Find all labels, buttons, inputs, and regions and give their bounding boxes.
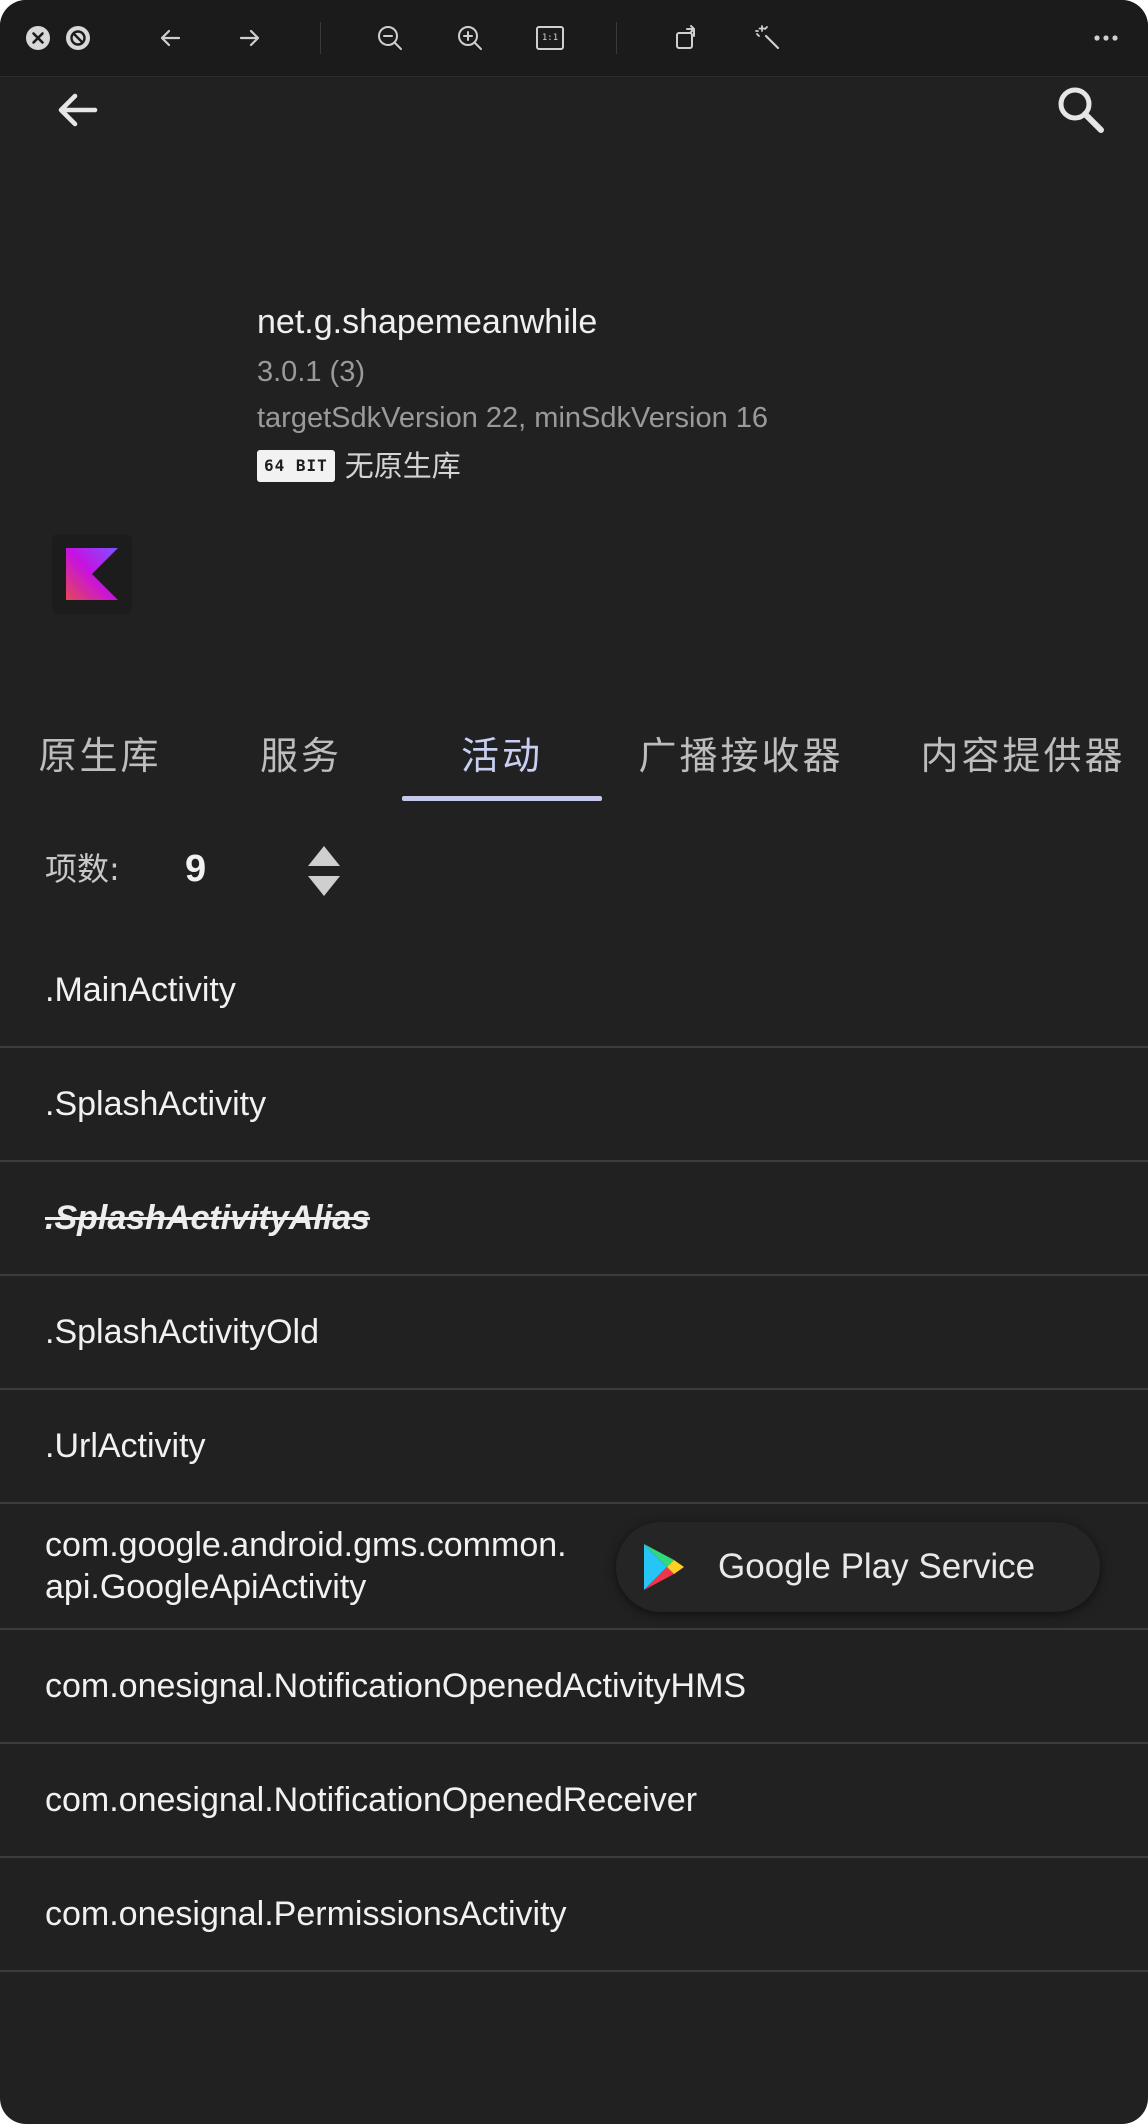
version-text: 3.0.1 (3)	[257, 356, 365, 388]
app-info: net.g.shapemeanwhile 3.0.1 (3) targetSdk…	[257, 295, 1077, 489]
count-label: 项数:	[45, 850, 120, 888]
zoom-in-icon[interactable]	[450, 18, 490, 58]
activity-name: com.onesignal.PermissionsActivity	[45, 1895, 567, 1933]
activity-name: .UrlActivity	[45, 1427, 206, 1465]
tab-indicator	[402, 796, 602, 801]
more-horizontal-icon[interactable]	[1086, 18, 1126, 58]
zoom-out-icon[interactable]	[370, 18, 410, 58]
tab-providers[interactable]: 内容提供器	[900, 700, 1146, 804]
sort-icon[interactable]	[304, 842, 344, 900]
list-item[interactable]: .MainActivity	[0, 934, 1148, 1048]
arrow-back-icon[interactable]	[41, 74, 113, 146]
count-value: 9	[185, 848, 207, 890]
item-count-row: 项数: 9	[0, 828, 1148, 912]
list-item[interactable]: com.google.android.gms.common.api.Google…	[0, 1504, 1148, 1630]
arch-badge: 64 BIT	[257, 450, 335, 482]
block-icon[interactable]	[58, 18, 98, 58]
activity-name: com.onesignal.NotificationOpenedReceiver	[45, 1781, 698, 1819]
search-icon[interactable]	[1045, 74, 1117, 146]
magic-wand-icon[interactable]	[748, 18, 788, 58]
list-item[interactable]: .UrlActivity	[0, 1390, 1148, 1504]
component-tabs: 原生库 服务 活动 广播接收器 内容提供器	[0, 700, 1148, 804]
activity-name: .SplashActivity	[45, 1085, 267, 1123]
activity-list: .MainActivity .SplashActivity .SplashAct…	[0, 934, 1148, 1972]
actual-size-label: 1:1	[536, 26, 564, 50]
toolbar-separator	[320, 22, 321, 54]
package-name: net.g.shapemeanwhile	[257, 303, 598, 341]
app-window: 1:1 net.g.shapemeanwhile 3.0.1 (3) targe…	[0, 0, 1148, 2124]
close-icon[interactable]	[18, 18, 58, 58]
abi-row: 64 BIT 无原生库	[257, 443, 1077, 489]
tab-native-libs[interactable]: 原生库	[0, 700, 200, 804]
tab-services[interactable]: 服务	[200, 700, 402, 804]
list-item[interactable]: com.onesignal.NotificationOpenedReceiver	[0, 1744, 1148, 1858]
rotate-icon[interactable]	[667, 18, 707, 58]
list-item[interactable]: .SplashActivityOld	[0, 1276, 1148, 1390]
list-item[interactable]: .SplashActivityAlias	[0, 1162, 1148, 1276]
native-lib-status: 无原生库	[344, 449, 461, 483]
viewer-toolbar: 1:1	[0, 0, 1148, 77]
arrow-left-icon[interactable]	[150, 18, 190, 58]
list-item[interactable]: .SplashActivity	[0, 1048, 1148, 1162]
tab-activities[interactable]: 活动	[402, 700, 602, 804]
activity-name-disabled: .SplashActivityAlias	[45, 1199, 371, 1237]
sdk-text: targetSdkVersion 22, minSdkVersion 16	[257, 402, 769, 434]
list-item[interactable]: com.onesignal.NotificationOpenedActivity…	[0, 1630, 1148, 1744]
activity-name: com.onesignal.NotificationOpenedActivity…	[45, 1667, 747, 1705]
toolbar-separator	[616, 22, 617, 54]
google-play-icon	[644, 1544, 684, 1590]
actual-size-button[interactable]: 1:1	[530, 18, 570, 58]
arrow-right-icon[interactable]	[230, 18, 270, 58]
google-play-service-chip[interactable]: Google Play Service	[616, 1522, 1100, 1612]
activity-name: com.google.android.gms.common.api.Google…	[45, 1526, 567, 1606]
activity-name: .MainActivity	[45, 971, 236, 1009]
activity-name: .SplashActivityOld	[45, 1313, 319, 1351]
list-item[interactable]: com.onesignal.PermissionsActivity	[0, 1858, 1148, 1972]
tab-receivers[interactable]: 广播接收器	[618, 700, 864, 804]
google-play-service-label: Google Play Service	[718, 1547, 1036, 1586]
kotlin-icon[interactable]	[52, 534, 132, 614]
